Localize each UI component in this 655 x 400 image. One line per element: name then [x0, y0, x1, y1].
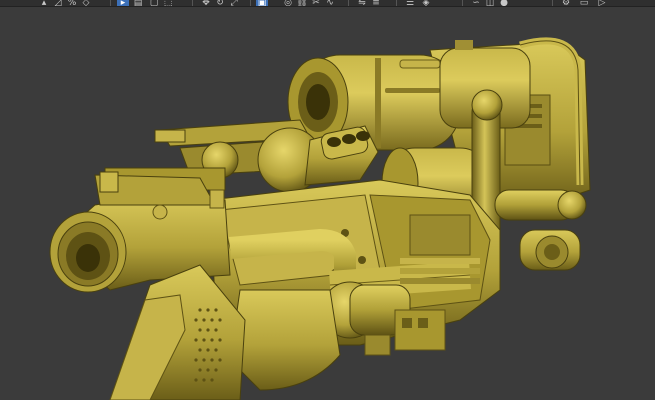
bind-space-warp-icon[interactable]: ∿ — [324, 0, 336, 6]
toolbar-separator — [552, 0, 553, 6]
mirror-icon[interactable]: ⇋ — [356, 0, 368, 6]
align-icon[interactable]: ≡ — [370, 0, 382, 6]
toolbar-separator — [462, 0, 463, 6]
snap-toggle-icon[interactable]: ▴ — [38, 0, 50, 6]
window-crossing-icon[interactable]: ⬚ — [162, 0, 174, 6]
unlink-icon[interactable]: ✂ — [310, 0, 322, 6]
render-production-icon[interactable]: ▷ — [596, 0, 608, 6]
graphite-tools-icon[interactable]: ◈ — [420, 0, 432, 6]
main-toolbar: ▴ ◿% ◇ ▸ ▤ ▢ ⬚ ✥ ↻ ⤢ ▣ ◎ ⛓ ✂ ∿ ⇋ ≡ ☰ ◈ ∽ ◫ ● ⚙ ▭ ▷ — [0, 0, 655, 7]
perspective-viewport[interactable] — [0, 7, 655, 400]
select-object-icon[interactable]: ▸ — [117, 0, 129, 6]
spinner-snap-icon[interactable]: ◇ — [80, 0, 92, 6]
reference-coordinate-icon[interactable]: ▣ — [256, 0, 268, 6]
move-icon[interactable]: ✥ — [200, 0, 212, 6]
schematic-view-icon[interactable]: ◫ — [484, 0, 496, 6]
toolbar-separator — [192, 0, 193, 6]
scale-icon[interactable]: ⤢ — [228, 0, 240, 6]
select-by-name-icon[interactable]: ▤ — [132, 0, 144, 6]
toolbar-separator — [250, 0, 251, 6]
rotate-icon[interactable]: ↻ — [214, 0, 226, 6]
material-editor-icon[interactable]: ● — [498, 0, 510, 6]
pivot-center-icon[interactable]: ◎ — [282, 0, 294, 6]
layer-manager-icon[interactable]: ☰ — [404, 0, 416, 6]
region-select-icon[interactable]: ▢ — [148, 0, 160, 6]
toolbar-separator — [396, 0, 397, 6]
curve-editor-icon[interactable]: ∽ — [470, 0, 482, 6]
toolbar-separator — [348, 0, 349, 6]
link-icon[interactable]: ⛓ — [296, 0, 308, 6]
steampunk-gun-model — [49, 37, 591, 400]
angle-snap-icon[interactable]: ◿ — [52, 0, 64, 6]
render-frame-icon[interactable]: ▭ — [578, 0, 590, 6]
render-setup-icon[interactable]: ⚙ — [560, 0, 572, 6]
percent-snap-icon[interactable]: % — [66, 0, 78, 6]
toolbar-separator — [110, 0, 111, 6]
